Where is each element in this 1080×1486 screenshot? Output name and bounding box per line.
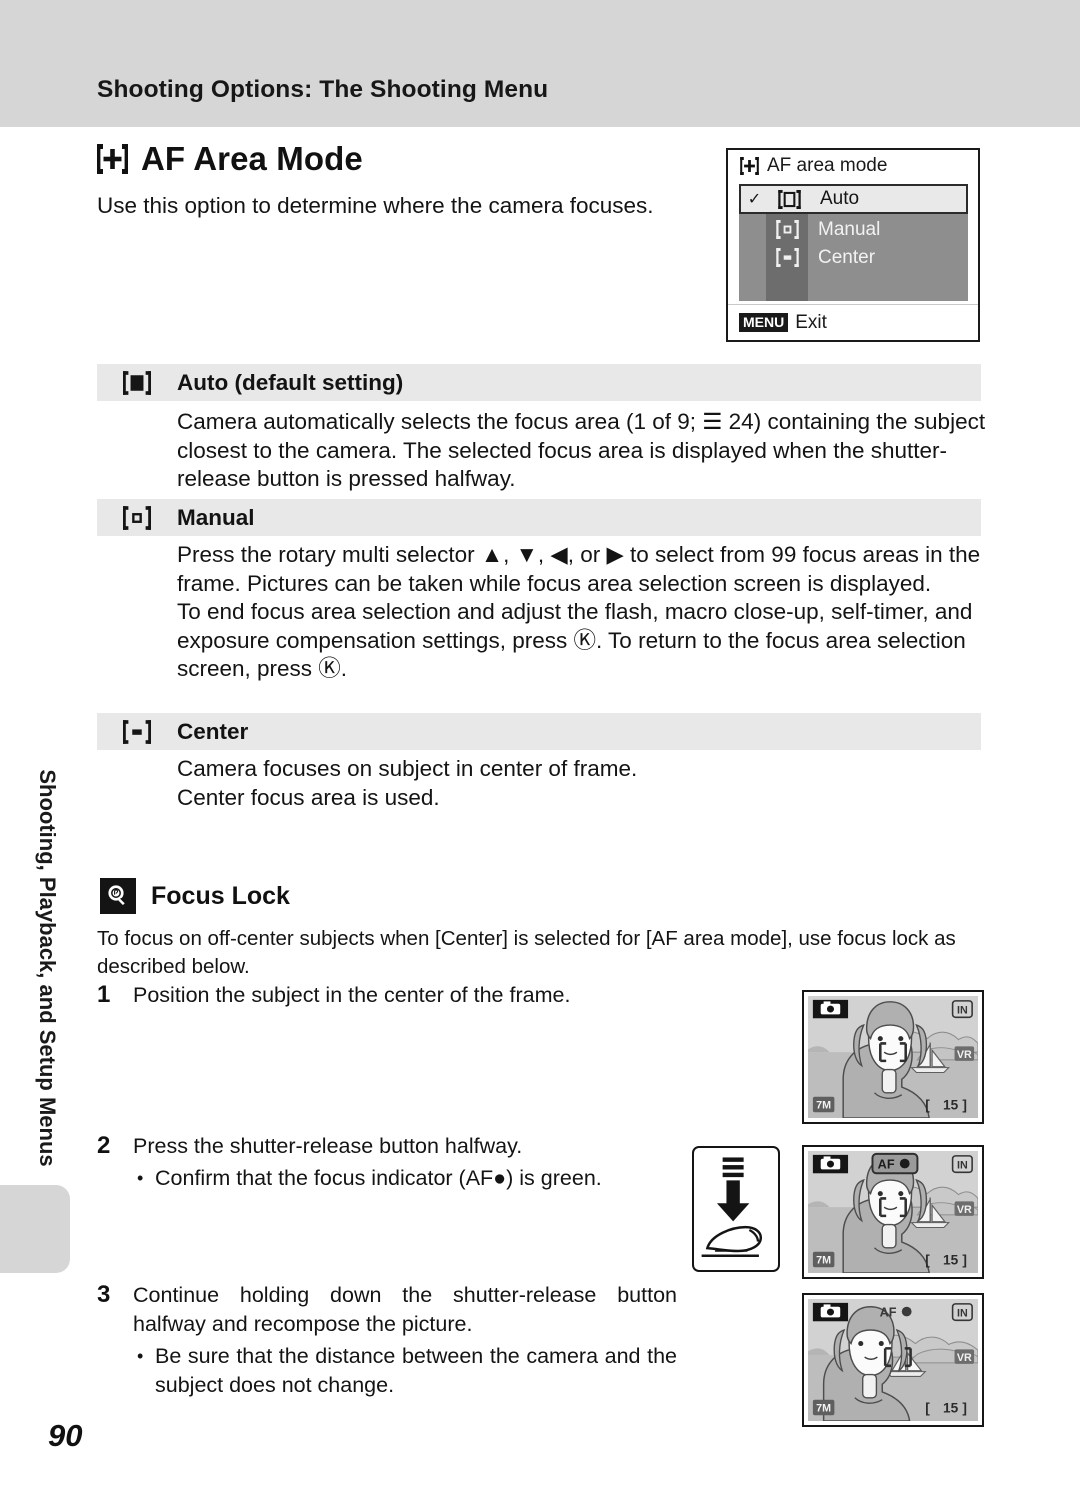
svg-text:IN: IN — [957, 1159, 968, 1171]
svg-text:AF: AF — [878, 1157, 895, 1171]
af-area-bracket-plus-icon — [740, 157, 759, 175]
option-header-auto: Auto (default setting) — [97, 364, 981, 401]
svg-text:VR: VR — [957, 1204, 972, 1216]
page-intro-text: Use this option to determine where the c… — [97, 193, 654, 218]
svg-text:7M: 7M — [816, 1254, 831, 1266]
af-area-bracket-plus-icon — [97, 144, 128, 174]
option-body-text-1: Press the rotary multi selector ▲, ▼, ◀,… — [177, 542, 981, 596]
svg-text:]: ] — [962, 1097, 967, 1112]
page-title-text: AF Area Mode — [141, 140, 363, 177]
page-number: 90 — [48, 1418, 83, 1453]
chapter-vertical-label: Shooting, Playback, and Setup Menus — [35, 769, 60, 1167]
camera-menu-item-center[interactable]: Center — [739, 244, 968, 271]
manual-page: Shooting Options: The Shooting Menu Shoo… — [0, 0, 1080, 1486]
option-body-manual: Press the rotary multi selector ▲, ▼, ◀,… — [177, 541, 987, 684]
camera-menu-item-label: Manual — [818, 218, 881, 240]
tip-header: Focus Lock — [100, 878, 290, 914]
step-1: 1 Position the subject in the center of … — [97, 981, 697, 1010]
lightbulb-tip-icon — [100, 878, 136, 914]
camera-menu-title-text: AF area mode — [767, 155, 888, 176]
option-header-label: Center — [177, 718, 249, 744]
svg-text:7M: 7M — [816, 1402, 831, 1414]
svg-text:15: 15 — [943, 1252, 959, 1267]
lcd-step-1: IN VR 7M [ 15 ] — [802, 990, 984, 1124]
step-3: 3 Continue holding down the shutter-rele… — [97, 1281, 677, 1400]
svg-text:15: 15 — [943, 1400, 959, 1415]
option-header-center: Center — [97, 713, 981, 750]
step-number: 2 — [97, 1132, 111, 1159]
page-header-band — [0, 0, 1080, 127]
svg-text:VR: VR — [957, 1352, 972, 1364]
svg-text:[: [ — [925, 1400, 930, 1415]
option-header-manual: Manual — [97, 499, 981, 536]
option-header-label: Manual — [177, 504, 255, 530]
camera-menu-item-label: Center — [818, 246, 876, 268]
svg-text:VR: VR — [957, 1049, 972, 1061]
step-text: Press the shutter-release button halfway… — [133, 1134, 523, 1158]
bracket-dot-rect-icon — [766, 248, 808, 267]
step-bullet-list: Confirm that the focus indicator (AF●) i… — [133, 1164, 602, 1193]
step-body: Continue holding down the shutter-releas… — [133, 1281, 677, 1400]
page-title: AF Area Mode — [97, 140, 363, 178]
step-bullet-list: Be sure that the distance between the ca… — [133, 1342, 677, 1400]
bracket-large-square-icon — [768, 189, 810, 209]
step-body: Position the subject in the center of th… — [133, 981, 570, 1010]
svg-text:[: [ — [925, 1252, 930, 1267]
tip-title: Focus Lock — [151, 881, 290, 910]
option-body-auto: Camera automatically selects the focus a… — [177, 408, 987, 494]
checkmark-icon: ✓ — [747, 191, 762, 208]
camera-menu-footer: MENU Exit — [728, 304, 978, 340]
step-text: Continue holding down the shutter-releas… — [133, 1283, 677, 1336]
camera-menu-exit-label: Exit — [795, 311, 827, 333]
page-header-title: Shooting Options: The Shooting Menu — [97, 76, 549, 103]
lcd-step-3: AF IN VR 7M [ 15 ] — [802, 1293, 984, 1427]
camera-menu-title-row: AF area mode — [728, 150, 978, 182]
step-2: 2 Press the shutter-release button halfw… — [97, 1132, 697, 1193]
bracket-small-square-icon — [766, 220, 808, 239]
camera-menu-screenshot: AF area mode ✓ Auto Manual Center MENU E… — [726, 148, 980, 342]
step-number: 3 — [97, 1281, 111, 1308]
camera-menu-item-manual[interactable]: Manual — [739, 216, 968, 243]
step-number: 1 — [97, 981, 111, 1008]
step-text: Position the subject in the center of th… — [133, 983, 571, 1007]
option-body-text: Camera automatically selects the focus a… — [177, 409, 986, 491]
svg-text:15: 15 — [943, 1097, 959, 1112]
camera-menu-list: ✓ Auto Manual Center — [739, 184, 968, 301]
lcd-screen-content: AF IN VR 7M [ 15 ] — [808, 1299, 978, 1421]
lcd-screen-content: IN VR 7M [ 15 ] — [808, 996, 978, 1118]
svg-text:]: ] — [962, 1400, 967, 1415]
bracket-dot-rect-icon — [97, 719, 177, 744]
step-body: Press the shutter-release button halfway… — [133, 1132, 602, 1193]
svg-text:IN: IN — [957, 1004, 968, 1016]
option-body-text-1: Camera focuses on subject in center of f… — [177, 756, 638, 781]
camera-menu-item-auto[interactable]: ✓ Auto — [739, 184, 968, 214]
svg-text:AF: AF — [880, 1305, 897, 1319]
menu-button-badge[interactable]: MENU — [739, 313, 789, 332]
option-body-center: Camera focuses on subject in center of f… — [177, 755, 987, 812]
camera-menu-item-label: Auto — [820, 188, 860, 209]
step-bullet: Be sure that the distance between the ca… — [137, 1342, 677, 1400]
bracket-small-square-icon — [97, 505, 177, 530]
lcd-screen-content: AF IN VR 7M [ 15 ] — [808, 1151, 978, 1273]
bracket-filled-square-icon — [97, 370, 177, 395]
svg-text:IN: IN — [957, 1307, 968, 1319]
svg-text:[: [ — [925, 1097, 930, 1112]
option-header-label: Auto (default setting) — [177, 369, 404, 395]
press-shutter-halfway-illustration — [692, 1146, 780, 1272]
lcd-step-2: AF IN VR 7M [ 15 ] — [802, 1145, 984, 1279]
svg-text:]: ] — [962, 1252, 967, 1267]
step-bullet: Confirm that the focus indicator (AF●) i… — [137, 1164, 602, 1193]
svg-text:7M: 7M — [816, 1099, 831, 1111]
option-body-text-2: To end focus area selection and adjust t… — [177, 599, 973, 681]
tip-intro-text: To focus on off-center subjects when [Ce… — [97, 927, 956, 978]
option-body-text-2: Center focus area is used. — [177, 784, 440, 810]
